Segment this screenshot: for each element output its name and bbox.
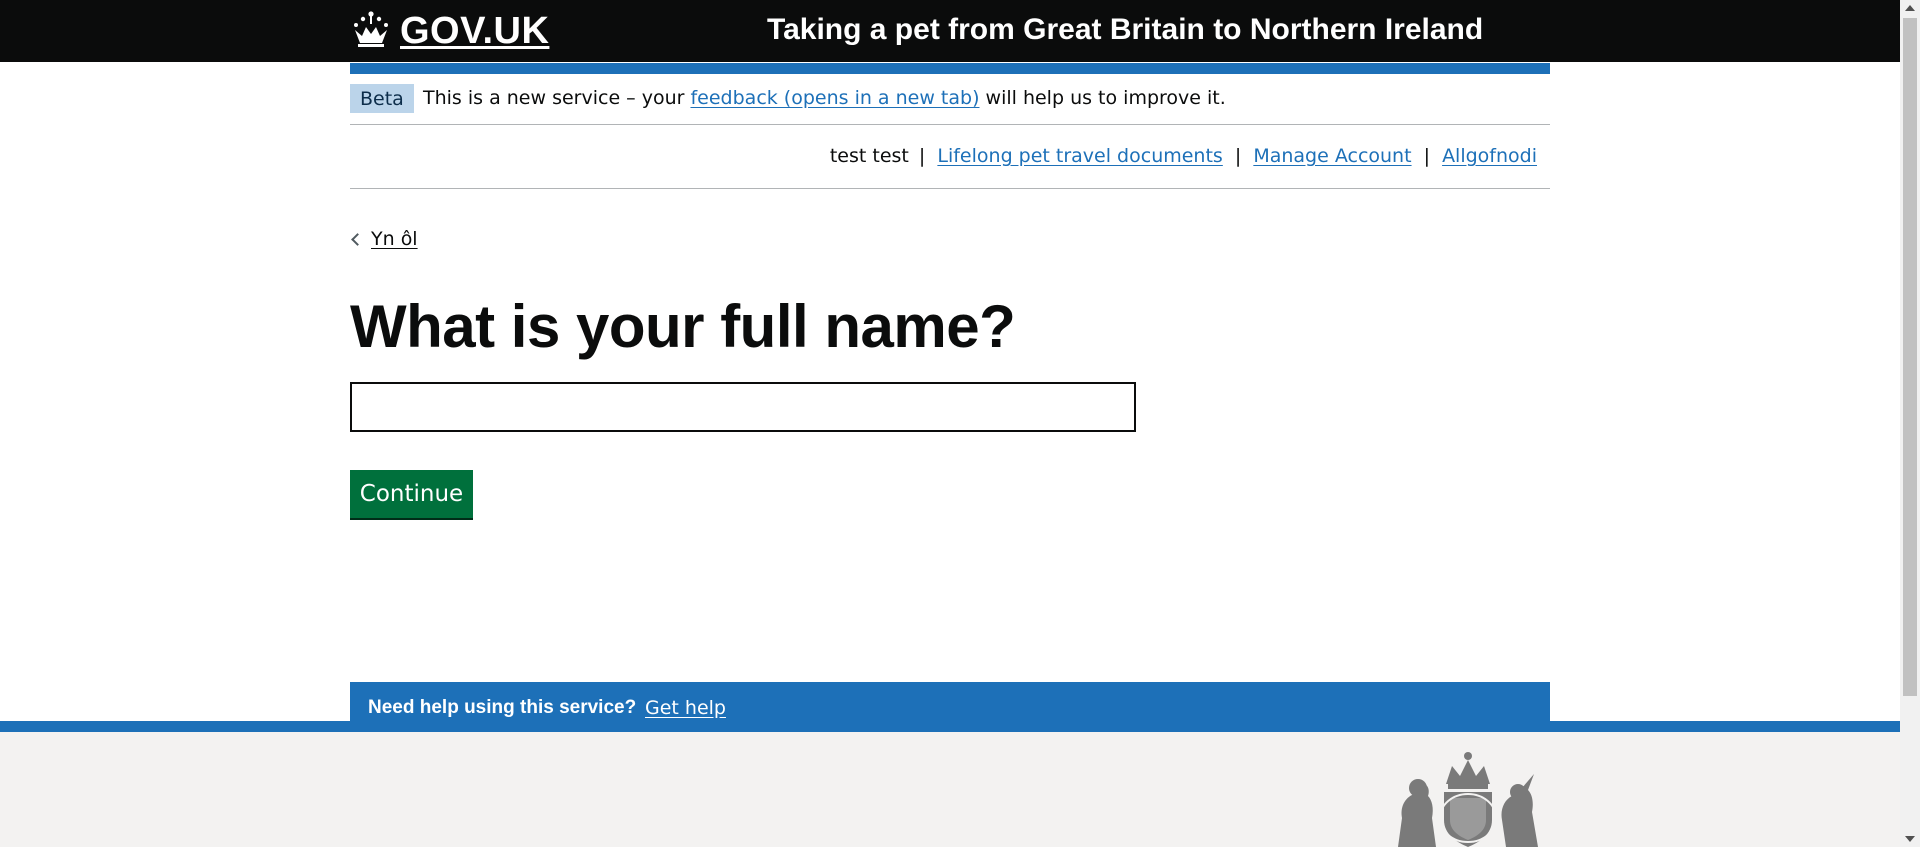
phase-text-before: This is a new service – your <box>423 87 691 109</box>
account-navigation: test test | Lifelong pet travel document… <box>350 125 1550 189</box>
page-heading: What is your full name? <box>350 293 1016 360</box>
account-links: test test | Lifelong pet travel document… <box>830 145 1537 167</box>
header-blue-strip <box>350 63 1550 74</box>
full-name-input[interactable] <box>350 382 1136 432</box>
footer <box>0 732 1900 847</box>
sign-out-link[interactable]: Allgofnodi <box>1442 145 1537 167</box>
manage-account-link[interactable]: Manage Account <box>1253 145 1411 167</box>
lifelong-pet-travel-documents-link[interactable]: Lifelong pet travel documents <box>937 145 1222 167</box>
separator: | <box>1234 145 1242 167</box>
help-question: Need help using this service? <box>368 697 637 718</box>
user-name: test test <box>829 145 909 167</box>
back-link[interactable]: Yn ôl <box>371 228 418 250</box>
govuk-logo-link[interactable]: GOV.UK <box>350 8 549 54</box>
phase-banner: Beta This is a new service – your feedba… <box>350 82 1550 125</box>
vertical-scrollbar[interactable] <box>1900 0 1920 847</box>
crown-icon <box>350 10 400 52</box>
continue-button[interactable]: Continue <box>350 470 473 518</box>
phase-banner-text: This is a new service – your feedback (o… <box>423 87 1226 109</box>
separator: | <box>918 145 926 167</box>
scroll-down-arrow-icon[interactable] <box>1905 836 1915 842</box>
service-name-link[interactable]: Taking a pet from Great Britain to North… <box>767 13 1483 47</box>
logo-text: GOV.UK <box>400 9 550 52</box>
footer-blue-strip <box>0 721 1900 732</box>
separator: | <box>1423 145 1431 167</box>
chevron-left-icon <box>351 232 364 246</box>
feedback-link[interactable]: feedback (opens in a new tab) <box>690 87 979 109</box>
scrollbar-thumb[interactable] <box>1903 18 1917 696</box>
beta-tag: Beta <box>350 84 414 113</box>
phase-text-after: will help us to improve it. <box>979 87 1226 109</box>
get-help-link[interactable]: Get help <box>645 697 726 719</box>
scroll-up-arrow-icon[interactable] <box>1905 5 1915 11</box>
back-link-container: Yn ôl <box>350 228 418 250</box>
govuk-header: GOV.UK Taking a pet from Great Britain t… <box>0 0 1900 62</box>
royal-crest-icon <box>1398 752 1538 847</box>
